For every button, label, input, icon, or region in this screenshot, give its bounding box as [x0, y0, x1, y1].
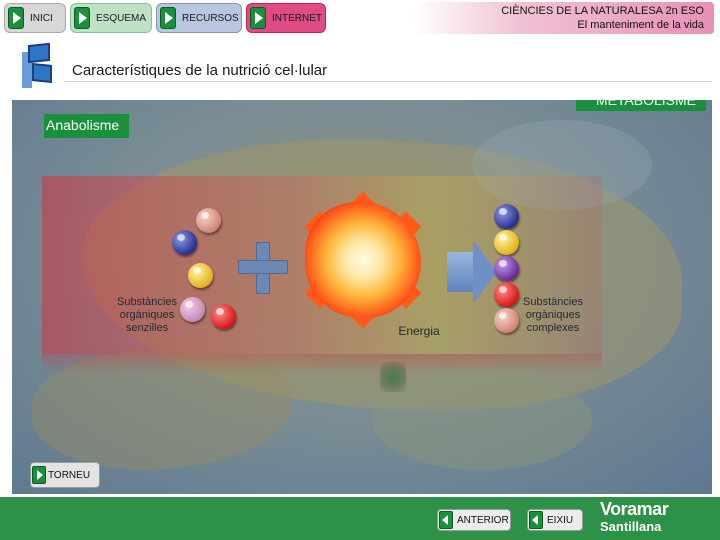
organelle [380, 362, 406, 392]
course-title: CIÈNCIES DE LA NATURALESA 2n ESO [501, 5, 704, 17]
plus-icon [238, 260, 288, 274]
esquema-label: ESQUEMA [96, 12, 147, 24]
internet-label: INTERNET [272, 12, 322, 24]
arrow-right-icon [447, 252, 473, 292]
play-icon [8, 7, 24, 29]
inici-label: INICI [30, 12, 53, 24]
energy-burst-icon [299, 191, 427, 329]
brand-name: Voramar [600, 499, 669, 519]
title-divider [64, 81, 712, 82]
back-arrow-icon [439, 511, 453, 529]
back-arrow-icon [529, 511, 543, 529]
play-icon [74, 7, 90, 29]
molecule-navy [172, 230, 197, 255]
energy-label: Energia [398, 324, 440, 338]
play-icon [250, 7, 266, 29]
esquema-button[interactable]: ESQUEMA [70, 3, 152, 33]
play-icon [32, 466, 46, 484]
torneu-label: TORNEU [48, 469, 91, 481]
page-title: Característiques de la nutrició cel·lula… [72, 62, 328, 79]
slide: INICI ESQUEMA RECURSOS INTERNET CIÈNCIES… [0, 0, 720, 540]
unit-title: El manteniment de la vida [577, 19, 704, 31]
molecule-pink [196, 208, 221, 233]
internet-button[interactable]: INTERNET [246, 3, 326, 33]
top-navigation: INICI ESQUEMA RECURSOS INTERNET CIÈNCIES… [0, 0, 720, 38]
overlay-fade [42, 354, 602, 374]
course-header: CIÈNCIES DE LA NATURALESA 2n ESO El mant… [414, 2, 714, 34]
recursos-button[interactable]: RECURSOS [156, 3, 242, 33]
inici-button[interactable]: INICI [4, 3, 66, 33]
molecule-yellow [494, 230, 519, 255]
anabolisme-tag: Anabolisme [44, 114, 130, 138]
molecule-navy [494, 204, 519, 229]
eixiu-label: EIXIU [547, 514, 574, 526]
complex-substances-label: Substàncies orgàniques complexes [523, 296, 583, 334]
publisher-logo: Voramar Santillana [600, 499, 712, 539]
molecule-red [211, 304, 236, 329]
metabolisme-tag: METABOLISME [575, 100, 706, 111]
torneu-button[interactable]: TORNEU [30, 462, 100, 488]
anterior-button[interactable]: ANTERIOR [437, 509, 511, 531]
molecule-purple [494, 256, 519, 281]
anterior-label: ANTERIOR [457, 514, 509, 526]
anabolism-illustration: METABOLISME Anabolisme Substàncies orgàn… [12, 100, 712, 494]
recursos-label: RECURSOS [182, 12, 239, 24]
eixiu-button[interactable]: EIXIU [527, 509, 583, 531]
monitors-icon [22, 42, 56, 92]
publisher-name: Santillana [600, 519, 662, 534]
molecule-yellow [188, 263, 213, 288]
simple-substances-label: Substàncies orgàniques senzilles [117, 296, 177, 334]
play-icon [160, 7, 176, 29]
